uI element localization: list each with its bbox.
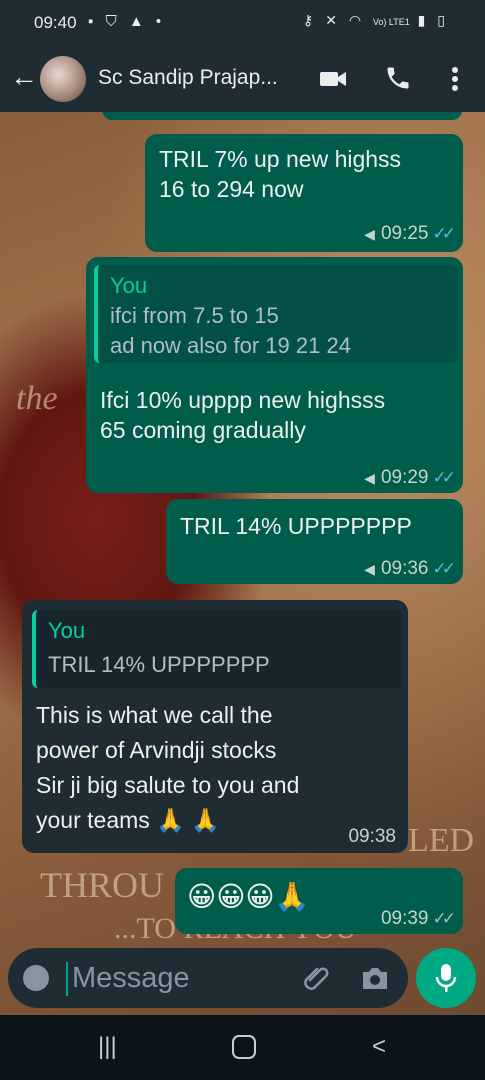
mic-icon [435, 964, 457, 992]
contact-name[interactable]: Sc Sandip Prajap... [98, 66, 278, 90]
notification-icons: ▪ ⛉ ▲ • [88, 13, 166, 30]
quote-author: You [48, 618, 86, 643]
quote-author: You [110, 273, 148, 298]
wallpaper-art: the [16, 380, 58, 417]
mic-button[interactable] [416, 948, 476, 1008]
read-ticks-icon: ✓✓ [432, 224, 456, 243]
message-meta: ◀ 09:36 ✓✓ [364, 554, 456, 584]
message-time: 09:25 [380, 223, 429, 244]
message-text: TRIL 7% up new highss 16 to 294 now [159, 146, 402, 202]
message-text: 😀😀😀🙏 [187, 881, 310, 912]
wallpaper-art: THROU [40, 865, 164, 905]
quoted-message[interactable]: You TRIL 14% UPPPPPPP [32, 610, 402, 688]
camera-icon[interactable] [360, 964, 390, 992]
message-meta: 09:38 [348, 822, 396, 852]
status-time: 09:40 [34, 13, 77, 32]
mute-icon: ✕ [325, 12, 341, 28]
system-nav-bar: ||| < [0, 1015, 485, 1080]
chat-header: ← Sc Sandip Prajap... [0, 46, 485, 112]
more-vert-icon[interactable] [449, 64, 461, 94]
video-call-icon[interactable] [318, 64, 348, 94]
message-bubble[interactable]: You ifci from 7.5 to 15 ad now also for … [86, 257, 463, 493]
message-meta: ◀ 09:25 ✓✓ [364, 219, 456, 249]
back-nav-icon[interactable]: < [372, 1033, 386, 1061]
message-meta: ◀ 09:29 ✓✓ [364, 463, 456, 493]
message-bubble[interactable]: TRIL 7% up new highss 16 to 294 now ◀ 09:… [145, 134, 463, 252]
status-bar: 09:40 ▪ ⛉ ▲ • ⚷ ✕ ◠ Vo) LTE1 ▮ ▯ [0, 0, 485, 46]
message-input-bar: Message [8, 948, 408, 1008]
voice-icon: ◀ [364, 226, 375, 242]
voice-icon: ◀ [364, 561, 375, 577]
message-input[interactable]: Message [72, 962, 190, 995]
read-ticks-icon: ✓✓ [432, 559, 456, 578]
wifi-icon: ◠ [348, 12, 366, 28]
message-bubble[interactable]: You TRIL 14% UPPPPPPP This is what we ca… [22, 600, 408, 853]
phone-icon[interactable] [384, 64, 412, 92]
attach-icon[interactable] [301, 963, 331, 993]
chat-area[interactable]: the THROU ...TO REACH YOU LED TRIL 7% up… [0, 112, 485, 1015]
system-icons: ⚷ ✕ ◠ Vo) LTE1 ▮ ▯ [303, 12, 449, 29]
message-bubble[interactable]: 😀😀😀🙏 09:39 ✓✓ [175, 868, 463, 934]
emoji-icon[interactable] [23, 965, 49, 991]
battery-icon: ▯ [437, 12, 449, 28]
home-icon[interactable] [232, 1035, 256, 1059]
message-time: 09:39 [380, 908, 429, 929]
message-time: 09:29 [380, 467, 429, 488]
quoted-message[interactable]: You ifci from 7.5 to 15 ad now also for … [94, 265, 458, 363]
back-arrow-icon[interactable]: ← [10, 63, 38, 91]
voice-icon: ◀ [364, 470, 375, 486]
key-icon: ⚷ [303, 12, 318, 28]
message-text: TRIL 14% UPPPPPPP [180, 513, 412, 539]
read-ticks-icon: ✓✓ [432, 468, 456, 487]
message-text: This is what we call the power of Arvind… [36, 702, 300, 833]
quote-text: TRIL 14% UPPPPPPP [48, 652, 270, 677]
network-label: Vo) LTE1 [372, 17, 410, 27]
text-cursor [66, 962, 68, 996]
message-bubble[interactable]: TRIL 14% UPPPPPPP ◀ 09:36 ✓✓ [166, 499, 463, 584]
wallpaper-art: LED [408, 822, 475, 859]
quote-text: ifci from 7.5 to 15 ad now also for 19 2… [110, 303, 351, 358]
recent-apps-icon[interactable]: ||| [98, 1033, 117, 1061]
signal-icon: ▮ [417, 12, 430, 28]
avatar[interactable] [40, 56, 86, 102]
delivered-ticks-icon: ✓✓ [432, 909, 456, 928]
message-time: 09:38 [348, 826, 396, 847]
message-time: 09:36 [380, 558, 429, 579]
message-meta: 09:39 ✓✓ [380, 904, 456, 934]
message-bubble-partial [102, 112, 462, 120]
message-text: Ifci 10% upppp new highsss 65 coming gra… [100, 387, 386, 443]
